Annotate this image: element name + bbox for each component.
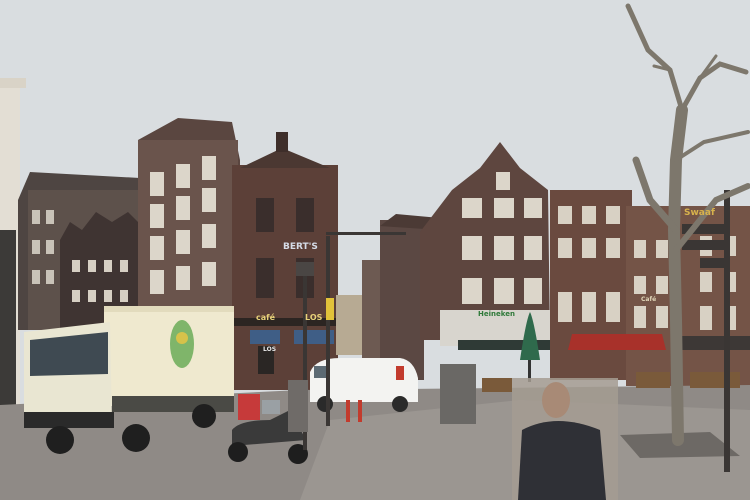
bollard: [358, 400, 362, 422]
gold-sign: Swaaf: [684, 208, 715, 218]
bollard: [346, 400, 350, 422]
utility-cabinet: [288, 380, 308, 432]
tall-brick-building: [138, 118, 240, 320]
right-brick-buildings: [550, 190, 750, 386]
kiosk: [440, 364, 476, 424]
round-corner-building: [232, 132, 338, 390]
door-label: LOS: [263, 346, 277, 353]
cafe-far-right-sign: Café: [641, 296, 657, 303]
street-scene: café LOS BERT'S Heineken Swaaf Café LOS: [0, 0, 750, 500]
street-scene-drawing: [0, 0, 750, 500]
cafe-sign: café: [256, 313, 276, 322]
round-building-sign: BERT'S: [283, 242, 318, 252]
heineken-sign: Heineken: [478, 310, 515, 318]
blurred-pedestrian: [512, 378, 618, 500]
cafe-sign-right: LOS: [305, 313, 323, 322]
red-crate: [238, 394, 260, 420]
